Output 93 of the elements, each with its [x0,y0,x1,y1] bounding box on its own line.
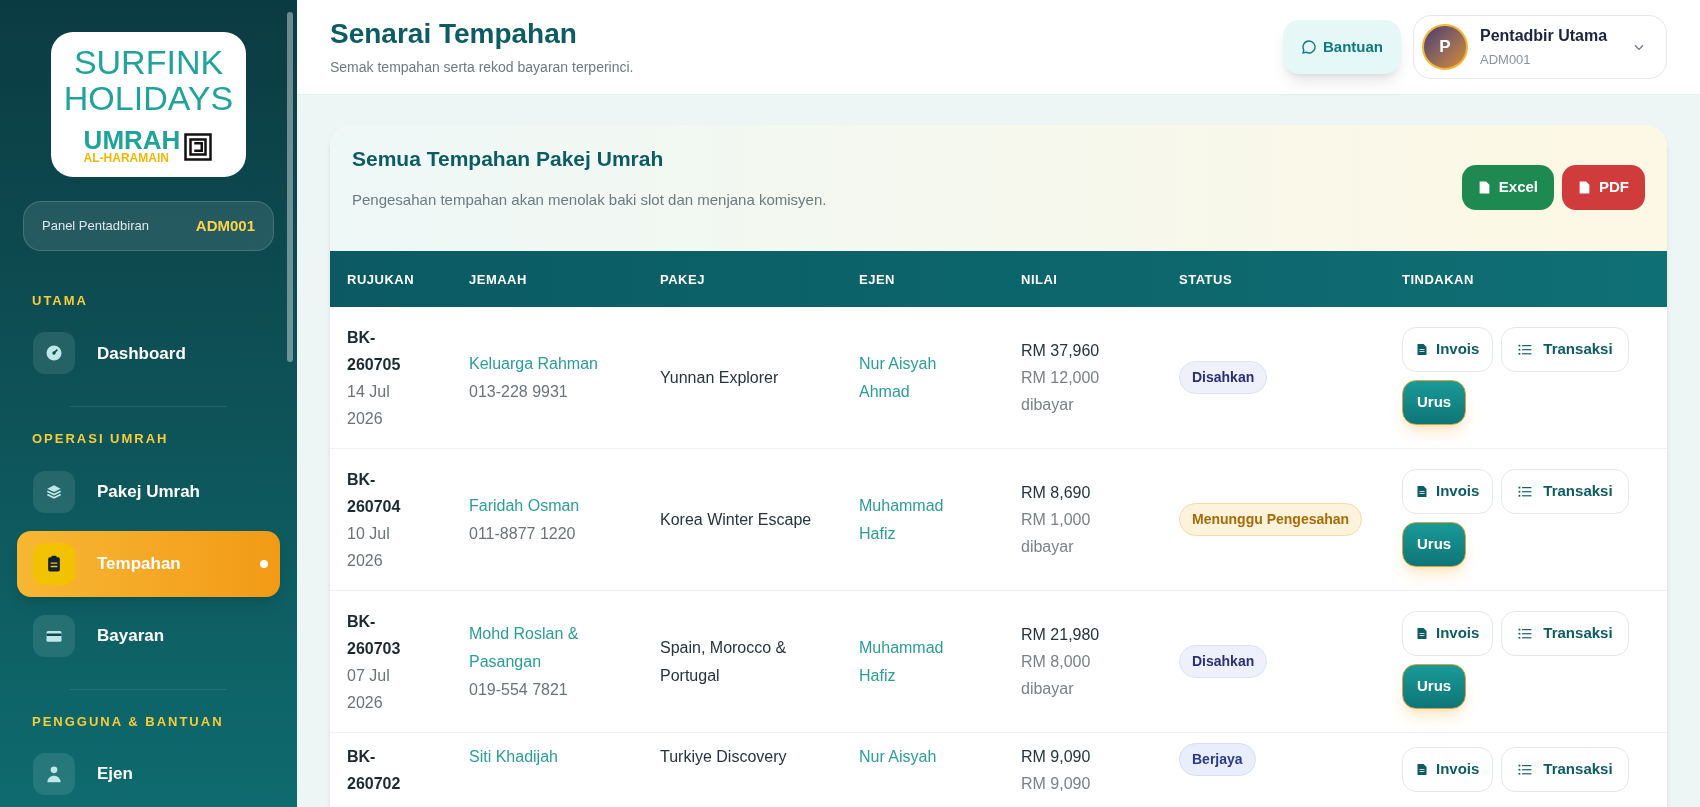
list-icon [1517,342,1534,357]
invoice-button[interactable]: Invois [1402,747,1494,792]
transactions-button[interactable]: Transaksi [1501,747,1629,792]
logo-text: UMRAH [83,128,181,153]
column-header: STATUS [1179,272,1233,287]
nav-label: Dashboard [97,342,186,365]
booking-ref: BK-260702 [347,747,402,794]
help-button[interactable]: Bantuan [1283,20,1401,74]
nav-label: Ejen [97,763,133,786]
column-header: EJEN [859,272,895,287]
scrollbar[interactable] [287,12,293,362]
paid-amount: RM 12,000 dibayar [1021,368,1101,415]
user-menu[interactable]: P Pentadbir Utama ADM001 [1413,15,1667,79]
document-icon [1416,342,1428,357]
avatar: P [1422,24,1468,70]
agent-link[interactable]: Nur Aisyah Ahmad [859,349,974,406]
phone-number: 019-554 7821 [469,680,569,700]
nav-item[interactable]: Dashboard [17,320,280,387]
total-amount: RM 9,090 [1021,747,1092,767]
customer-link[interactable]: Keluarga Rahman [469,350,633,378]
user-name: Pentadbir Utama [1480,26,1609,47]
file-icon [1477,180,1491,195]
column-header: PAKEJ [660,272,705,287]
logo-text: HOLIDAYS [63,80,234,117]
agent-link[interactable]: Muhammad Hafiz [859,491,974,548]
manage-button[interactable]: Urus [1402,522,1467,567]
booking-date: 07 Jul 2026 [347,665,391,713]
booking-date: 10 Jul 2026 [347,523,391,571]
status-badge: Disahkan [1179,361,1268,394]
logo-text: SURFINK [73,44,224,81]
nav-label: Tempahan [97,552,181,575]
card-title: Semua Tempahan Pakej Umrah [352,146,665,172]
status-badge: Berjaya [1179,743,1256,776]
status-badge: Disahkan [1179,645,1268,678]
pdf-button[interactable]: PDF [1562,165,1645,210]
card-description: Pengesahan tempahan akan menolak baki slot dan menjana komisyen. [352,189,828,210]
nav-label: Pakej Umrah [97,480,200,503]
file-icon [1578,180,1591,195]
status-badge: Menunggu Pengesahan [1179,503,1363,536]
document-icon [1416,762,1428,777]
list-icon [1517,626,1534,641]
list-icon [1517,762,1534,777]
paid-amount: RM 9,090 [1021,774,1092,794]
invoice-button[interactable]: Invois [1402,469,1494,514]
page-title: Senarai Tempahan [330,16,578,51]
package-name: Korea Winter Escape [660,510,812,528]
customer-link[interactable]: Faridah Osman [469,492,633,520]
manage-button[interactable]: Urus [1402,664,1467,709]
column-header: JEMAAH [469,272,527,287]
nav-item[interactable]: Pakej Umrah [17,458,280,525]
panel-label: Panel Pentadbiran [42,217,149,236]
excel-button[interactable]: Excel [1461,165,1554,210]
column-header: TINDAKAN [1402,272,1474,287]
panel-code: ADM001 [195,215,255,236]
manage-button[interactable]: Urus [1402,380,1467,425]
transactions-button[interactable]: Transaksi [1501,611,1629,656]
customer-link[interactable]: Mohd Roslan & Pasangan [469,620,633,676]
total-amount: RM 8,690 [1021,483,1092,503]
transactions-button[interactable]: Transaksi [1501,469,1629,514]
package-name: Turkiye Discovery [660,748,787,765]
invoice-button[interactable]: Invois [1402,611,1494,656]
customer-link[interactable]: Siti Khadijah [469,743,633,771]
column-header: RUJUKAN [347,272,415,287]
document-icon [1416,626,1428,641]
nav-label: Bayaran [97,624,165,647]
total-amount: RM 37,960 [1021,341,1101,361]
user-id: ADM001 [1480,51,1532,70]
agent-link[interactable]: Muhammad Hafiz [859,633,974,690]
chat-icon [1301,39,1317,55]
package-name: Spain, Morocco & Portugal [660,638,787,684]
nav-item[interactable]: Bayaran [17,602,280,669]
phone-number: 011-8877 1220 [469,524,577,544]
column-header: NILAI [1021,272,1058,287]
booking-ref: BK-260704 [347,469,402,517]
transactions-button[interactable]: Transaksi [1501,327,1629,372]
booking-date: 14 Jul 2026 [347,381,391,429]
section-heading: UTAMA [32,291,89,310]
paid-amount: RM 1,000 dibayar [1021,510,1092,557]
agent-link[interactable]: Nur Aisyah [859,743,974,771]
package-name: Yunnan Explorer [660,368,779,386]
page-subtitle: Semak tempahan serta rekod bayaran terperinci. [330,57,634,77]
paid-amount: RM 8,000 dibayar [1021,652,1092,699]
nav-item[interactable]: Ejen [17,741,280,807]
total-amount: RM 21,980 [1021,625,1101,645]
booking-ref: BK-260705 [347,327,402,375]
list-icon [1517,484,1534,499]
document-icon [1416,484,1428,499]
section-heading: OPERASI UMRAH [32,430,170,449]
phone-number: 013-228 9931 [469,382,569,402]
invoice-button[interactable]: Invois [1402,327,1494,372]
logo-text: AL-HARAMAIN [83,152,170,166]
section-heading: PENGGUNA & BANTUAN [32,712,225,731]
booking-ref: BK-260703 [347,611,402,659]
